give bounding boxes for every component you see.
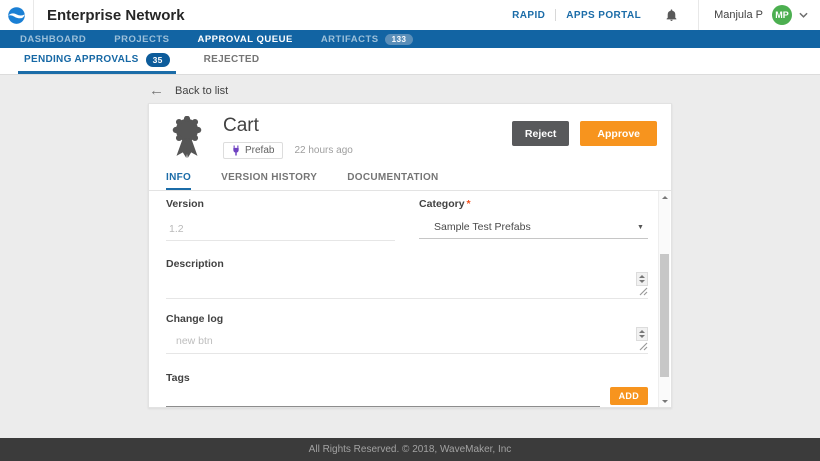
- info-form: Version 1.2 Category* Sample Test Prefab…: [149, 191, 658, 407]
- nav-item-label: APPROVAL QUEUE: [197, 34, 292, 45]
- user-menu-chevron-down-icon[interactable]: [799, 12, 808, 18]
- nav-item-label: PROJECTS: [114, 34, 169, 45]
- tab-documentation[interactable]: DOCUMENTATION: [347, 166, 438, 190]
- user-name[interactable]: Manjula P: [714, 9, 763, 21]
- main-navigation: DASHBOARD PROJECTS APPROVAL QUEUE ARTIFA…: [0, 30, 820, 48]
- prefab-ribbon-icon: [170, 116, 206, 166]
- description-textarea[interactable]: [166, 272, 648, 299]
- select-caret-icon: ▼: [637, 224, 644, 231]
- main-content: ← Back to list Cart: [0, 75, 820, 438]
- nav-item-dashboard[interactable]: DASHBOARD: [20, 34, 86, 45]
- back-to-list-link[interactable]: ← Back to list: [149, 84, 228, 98]
- approval-queue-subnav: PENDING APPROVALS 35 REJECTED: [0, 48, 820, 75]
- back-to-list-label: Back to list: [175, 85, 228, 97]
- changelog-label: Change log: [166, 313, 648, 325]
- artifacts-count-badge: 133: [385, 34, 414, 45]
- scroll-up-arrow[interactable]: [659, 191, 670, 203]
- tab-pending-approvals[interactable]: PENDING APPROVALS 35: [18, 48, 176, 74]
- category-label: Category*: [419, 198, 648, 210]
- required-asterisk: *: [467, 198, 471, 210]
- page-footer: All Rights Reserved. © 2018, WaveMaker, …: [0, 438, 820, 461]
- category-selected-value: Sample Test Prefabs: [434, 221, 531, 233]
- artifact-timestamp: 22 hours ago: [294, 145, 352, 156]
- detail-tabs: INFO VERSION HISTORY DOCUMENTATION: [149, 166, 671, 191]
- approval-detail-card: Cart Prefab 22 hours ago Reject Approve: [148, 103, 672, 408]
- card-header: Cart Prefab 22 hours ago Reject Approve: [149, 104, 671, 166]
- user-divider: [698, 0, 699, 30]
- subtab-label: PENDING APPROVALS: [24, 54, 139, 65]
- tab-version-history[interactable]: VERSION HISTORY: [221, 166, 317, 190]
- top-header: Enterprise Network RAPID APPS PORTAL Man…: [0, 0, 820, 30]
- subtab-label: REJECTED: [204, 54, 260, 65]
- resize-grip-icon[interactable]: [639, 342, 648, 351]
- nav-item-approval-queue[interactable]: APPROVAL QUEUE: [197, 34, 292, 45]
- artifact-type-label: Prefab: [245, 145, 274, 156]
- prefab-plug-icon: [232, 145, 240, 156]
- category-select[interactable]: Sample Test Prefabs ▼: [419, 221, 648, 239]
- artifact-title: Cart: [223, 114, 512, 138]
- pending-count-badge: 35: [146, 53, 170, 67]
- user-avatar[interactable]: MP: [772, 5, 792, 25]
- info-form-area: Version 1.2 Category* Sample Test Prefab…: [149, 191, 671, 407]
- rapid-link[interactable]: RAPID: [512, 10, 545, 21]
- card-title-block: Cart Prefab 22 hours ago: [223, 114, 512, 166]
- back-arrow-icon: ←: [149, 84, 164, 98]
- nav-item-projects[interactable]: PROJECTS: [114, 34, 169, 45]
- description-label: Description: [166, 258, 648, 270]
- nav-item-label: DASHBOARD: [20, 34, 86, 45]
- reject-button[interactable]: Reject: [512, 121, 570, 146]
- form-scrollbar[interactable]: [658, 191, 670, 407]
- version-input[interactable]: 1.2: [166, 223, 395, 241]
- add-tag-button[interactable]: ADD: [610, 387, 648, 405]
- notifications-bell-icon[interactable]: [665, 8, 678, 22]
- nav-item-artifacts[interactable]: ARTIFACTS 133: [321, 34, 414, 45]
- app-logo: [0, 0, 34, 30]
- changelog-textarea[interactable]: new btn: [166, 327, 648, 354]
- nav-item-label: ARTIFACTS: [321, 34, 379, 45]
- scrollbar-thumb[interactable]: [660, 254, 669, 377]
- tab-rejected[interactable]: REJECTED: [198, 48, 266, 74]
- approve-button[interactable]: Approve: [580, 121, 657, 146]
- scroll-down-arrow[interactable]: [659, 395, 670, 407]
- textarea-scroll-widget[interactable]: [636, 272, 648, 296]
- version-label: Version: [166, 198, 395, 210]
- wavemaker-logo-icon: [7, 6, 26, 25]
- tags-input[interactable]: [166, 388, 600, 407]
- apps-portal-link[interactable]: APPS PORTAL: [566, 10, 641, 21]
- tags-label: Tags: [166, 372, 648, 384]
- changelog-value: new btn: [176, 335, 213, 347]
- tab-info[interactable]: INFO: [166, 166, 191, 190]
- artifact-type-chip: Prefab: [223, 142, 283, 159]
- page-title: Enterprise Network: [47, 7, 185, 24]
- textarea-scroll-widget[interactable]: [636, 327, 648, 351]
- copyright-text: All Rights Reserved. © 2018, WaveMaker, …: [309, 444, 512, 455]
- link-divider: [555, 9, 556, 21]
- resize-grip-icon[interactable]: [639, 287, 648, 296]
